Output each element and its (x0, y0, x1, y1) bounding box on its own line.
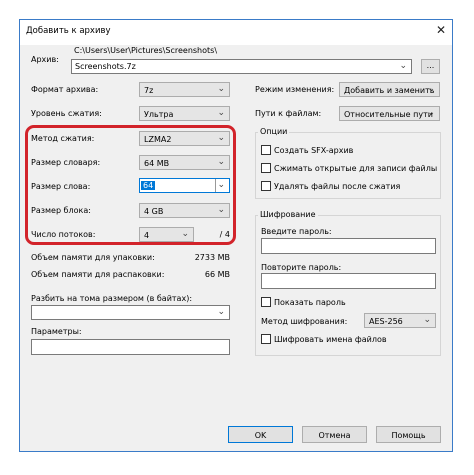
close-icon[interactable]: ✕ (436, 23, 446, 37)
sfx-checkbox[interactable] (261, 145, 271, 155)
level-label: Уровень сжатия: (31, 109, 102, 118)
help-button[interactable]: Помощь (376, 426, 441, 443)
chevron-down-icon: ⌄ (427, 108, 435, 118)
shared-label: Сжимать открытые для записи файлы (274, 164, 438, 173)
encrypt-names-checkbox[interactable] (261, 334, 271, 344)
archive-path: C:\Users\User\Pictures\Screenshots\ (74, 46, 218, 55)
show-password-checkbox[interactable] (261, 297, 271, 307)
format-label: Формат архива: (31, 85, 99, 94)
params-label: Параметры: (31, 327, 82, 336)
encryption-method-select[interactable]: AES-256 ⌄ (364, 313, 436, 328)
encrypt-names-label: Шифровать имена файлов (274, 335, 387, 344)
chevron-down-icon: ⌄ (217, 108, 225, 118)
paths-select[interactable]: Относительные пути ⌄ (339, 106, 440, 121)
chevron-down-icon: ⌄ (217, 307, 225, 317)
chevron-down-icon: ⌄ (427, 84, 435, 94)
delete-label: Удалять файлы после сжатия (274, 182, 401, 191)
delete-checkbox[interactable] (261, 181, 271, 191)
archive-label: Архив: (31, 55, 59, 64)
update-label: Режим изменения: (255, 85, 335, 94)
password-label: Введите пароль: (261, 227, 332, 236)
update-select[interactable]: Добавить и заменить ⌄ (339, 82, 440, 97)
shared-checkbox[interactable] (261, 163, 271, 173)
ok-button[interactable]: OK (228, 426, 293, 443)
archive-name-value: Screenshots.7z (75, 62, 136, 71)
mem-unpack-value: 66 MB (204, 270, 230, 279)
mem-pack-label: Объем памяти для упаковки: (31, 253, 155, 262)
archive-name-combo[interactable]: Screenshots.7z ⌄ (71, 59, 412, 74)
password-input[interactable] (261, 238, 436, 254)
encryption-title: Шифрование (258, 210, 318, 219)
format-select[interactable]: 7z ⌄ (139, 82, 230, 97)
browse-button[interactable]: ... (421, 59, 440, 74)
repeat-password-input[interactable] (261, 273, 436, 289)
cancel-button[interactable]: Отмена (302, 426, 367, 443)
window-title: Добавить к архиву (26, 26, 111, 36)
encryption-method-label: Метод шифрования: (261, 317, 348, 326)
options-title: Опции (258, 127, 290, 136)
show-password-label: Показать пароль (274, 298, 346, 307)
highlight-frame (25, 125, 236, 245)
level-select[interactable]: Ультра ⌄ (139, 106, 230, 121)
sfx-label: Создать SFX-архив (274, 146, 354, 155)
split-combo[interactable]: ⌄ (31, 305, 230, 320)
chevron-down-icon: ⌄ (423, 315, 431, 325)
paths-label: Пути к файлам: (255, 109, 322, 118)
mem-unpack-label: Объем памяти для распаковки: (31, 270, 165, 279)
chevron-down-icon[interactable]: ⌄ (399, 61, 407, 71)
params-input[interactable] (31, 339, 230, 355)
split-label: Разбить на тома размером (в байтах): (31, 294, 193, 303)
title-bar: Добавить к архиву ✕ (20, 20, 452, 45)
chevron-down-icon: ⌄ (217, 84, 225, 94)
mem-pack-value: 2733 MB (194, 253, 230, 262)
repeat-password-label: Повторите пароль: (261, 263, 342, 272)
